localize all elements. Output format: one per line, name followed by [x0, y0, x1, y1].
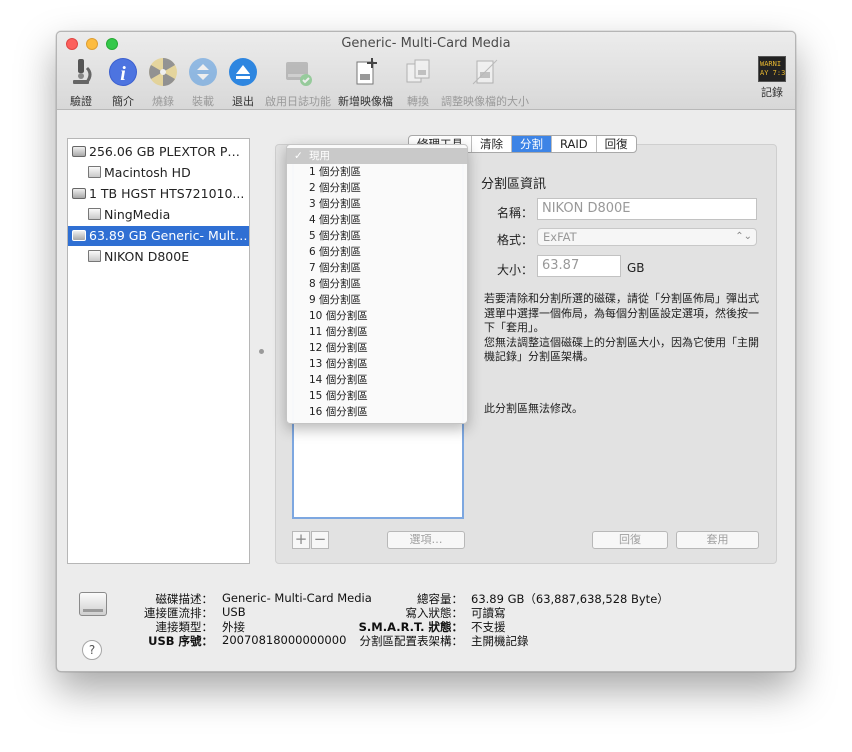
options-button[interactable]: 選項… [387, 531, 465, 549]
menu-item-10[interactable]: 10 個分割區 [287, 308, 467, 324]
hard-disk-icon [72, 146, 86, 157]
list-item-macintosh-hd[interactable]: Macintosh HD [88, 163, 247, 183]
revert-button[interactable]: 回復 [592, 531, 668, 549]
usb-serial-value: 20070818000000000 [222, 633, 347, 647]
remove-partition-button[interactable]: − [311, 531, 329, 549]
radiation-disc-icon [149, 58, 177, 86]
eject-button[interactable]: 退出 [227, 56, 259, 109]
partition-help-text: 若要清除和分割所選的磁碟，請從「分割區佈局」彈出式選單中選擇一個佈局，為每個分割… [484, 292, 759, 363]
microscope-icon [73, 59, 92, 84]
usb-serial-label: USB 序號： [148, 634, 213, 648]
tab-erase[interactable]: 清除 [472, 136, 512, 152]
mount-icon [189, 58, 217, 86]
disk-desc-value: Generic- Multi-Card Media [222, 591, 372, 605]
menu-item-1[interactable]: 1 個分割區 [287, 164, 467, 180]
scheme-value: 主開機記錄 [471, 634, 529, 648]
disk-utility-window: Generic- Multi-Card Media 驗證 i 簡介 燒錄 裝載 … [56, 31, 796, 672]
apply-button[interactable]: 套用 [676, 531, 759, 549]
convert-button[interactable]: 轉換 [402, 56, 434, 109]
partition-name-field[interactable]: NIKON D800E [537, 198, 757, 220]
window-title: Generic- Multi-Card Media [341, 36, 511, 51]
menu-item-7[interactable]: 7 個分割區 [287, 260, 467, 276]
menu-item-5[interactable]: 5 個分割區 [287, 228, 467, 244]
list-item-plextor-disk[interactable]: 256.06 GB PLEXTOR PX... [72, 142, 247, 162]
menu-item-11[interactable]: 11 個分割區 [287, 324, 467, 340]
partition-status-text: 此分割區無法修改。 [484, 402, 583, 415]
new-image-button[interactable]: 新增映像檔 [338, 56, 393, 109]
hard-disk-icon [72, 230, 86, 241]
tab-restore[interactable]: 回復 [597, 136, 636, 152]
info-button[interactable]: i 簡介 [107, 56, 139, 109]
help-button[interactable]: ? [82, 640, 102, 660]
list-item-ningmedia[interactable]: NingMedia [88, 205, 247, 225]
console-log-icon: WARNI AY 7:36 [758, 56, 786, 82]
scheme-label: 分割區配置表架構： [359, 634, 464, 648]
menu-item-6[interactable]: 6 個分割區 [287, 244, 467, 260]
resize-image-icon [472, 59, 498, 85]
bus-value: USB [222, 605, 246, 619]
menu-item-3[interactable]: 3 個分割區 [287, 196, 467, 212]
menu-item-current[interactable]: ✓ 現用 [287, 148, 467, 164]
menu-item-16[interactable]: 16 個分割區 [287, 404, 467, 420]
format-select[interactable]: ExFAT ⌃⌄ [537, 228, 757, 246]
menu-item-15[interactable]: 15 個分割區 [287, 388, 467, 404]
format-label: 格式： [496, 233, 533, 247]
menu-item-8[interactable]: 8 個分割區 [287, 276, 467, 292]
menu-item-13[interactable]: 13 個分割區 [287, 356, 467, 372]
log-button[interactable]: WARNI AY 7:36 記錄 [758, 56, 786, 100]
info-icon: i [109, 58, 137, 86]
partition-info-title: 分割區資訊 [481, 177, 547, 192]
disk-check-icon [286, 62, 312, 86]
partition-size-field[interactable]: 63.87 [537, 255, 621, 277]
mount-button[interactable]: 裝載 [187, 56, 219, 109]
menu-item-2[interactable]: 2 個分割區 [287, 180, 467, 196]
menu-item-9[interactable]: 9 個分割區 [287, 292, 467, 308]
resize-image-button[interactable]: 調整映像檔的大小 [441, 56, 529, 109]
size-unit: GB [627, 261, 645, 275]
external-disk-icon [79, 592, 107, 616]
checkmark-icon: ✓ [294, 150, 303, 162]
menu-item-12[interactable]: 12 個分割區 [287, 340, 467, 356]
partition-layout-menu[interactable]: ✓ 現用 1 個分割區 2 個分割區 3 個分割區 4 個分割區 5 個分割區 6… [286, 144, 468, 424]
menu-item-14[interactable]: 14 個分割區 [287, 372, 467, 388]
svg-text:i: i [120, 63, 126, 85]
add-partition-button[interactable]: + [292, 531, 310, 549]
new-image-icon [356, 58, 377, 85]
enable-journal-button[interactable]: 啟用日誌功能 [265, 56, 331, 109]
hard-disk-icon [72, 188, 86, 199]
eject-icon [229, 58, 257, 86]
chevron-updown-icon: ⌃⌄ [735, 231, 752, 242]
volume-icon [88, 166, 101, 178]
split-view-handle[interactable] [259, 349, 264, 354]
size-label: 大小： [496, 263, 533, 277]
device-list[interactable]: 256.06 GB PLEXTOR PX... Macintosh HD 1 T… [67, 138, 250, 564]
list-item-generic-card-media[interactable]: 63.89 GB Generic- Multi... [68, 226, 249, 246]
name-label: 名稱： [496, 206, 533, 220]
verify-button[interactable]: 驗證 [65, 56, 97, 109]
convert-icon [406, 59, 430, 83]
menu-item-4[interactable]: 4 個分割區 [287, 212, 467, 228]
list-item-nikon-d800e[interactable]: NIKON D800E [88, 247, 247, 267]
list-item-hgst-disk[interactable]: 1 TB HGST HTS721010... [72, 184, 247, 204]
volume-icon [88, 250, 101, 262]
tab-partition[interactable]: 分割 [512, 136, 552, 152]
tab-raid[interactable]: RAID [552, 136, 597, 152]
title-bar: Generic- Multi-Card Media 驗證 i 簡介 燒錄 裝載 … [57, 32, 795, 110]
burn-button[interactable]: 燒錄 [147, 56, 179, 109]
volume-icon [88, 208, 101, 220]
